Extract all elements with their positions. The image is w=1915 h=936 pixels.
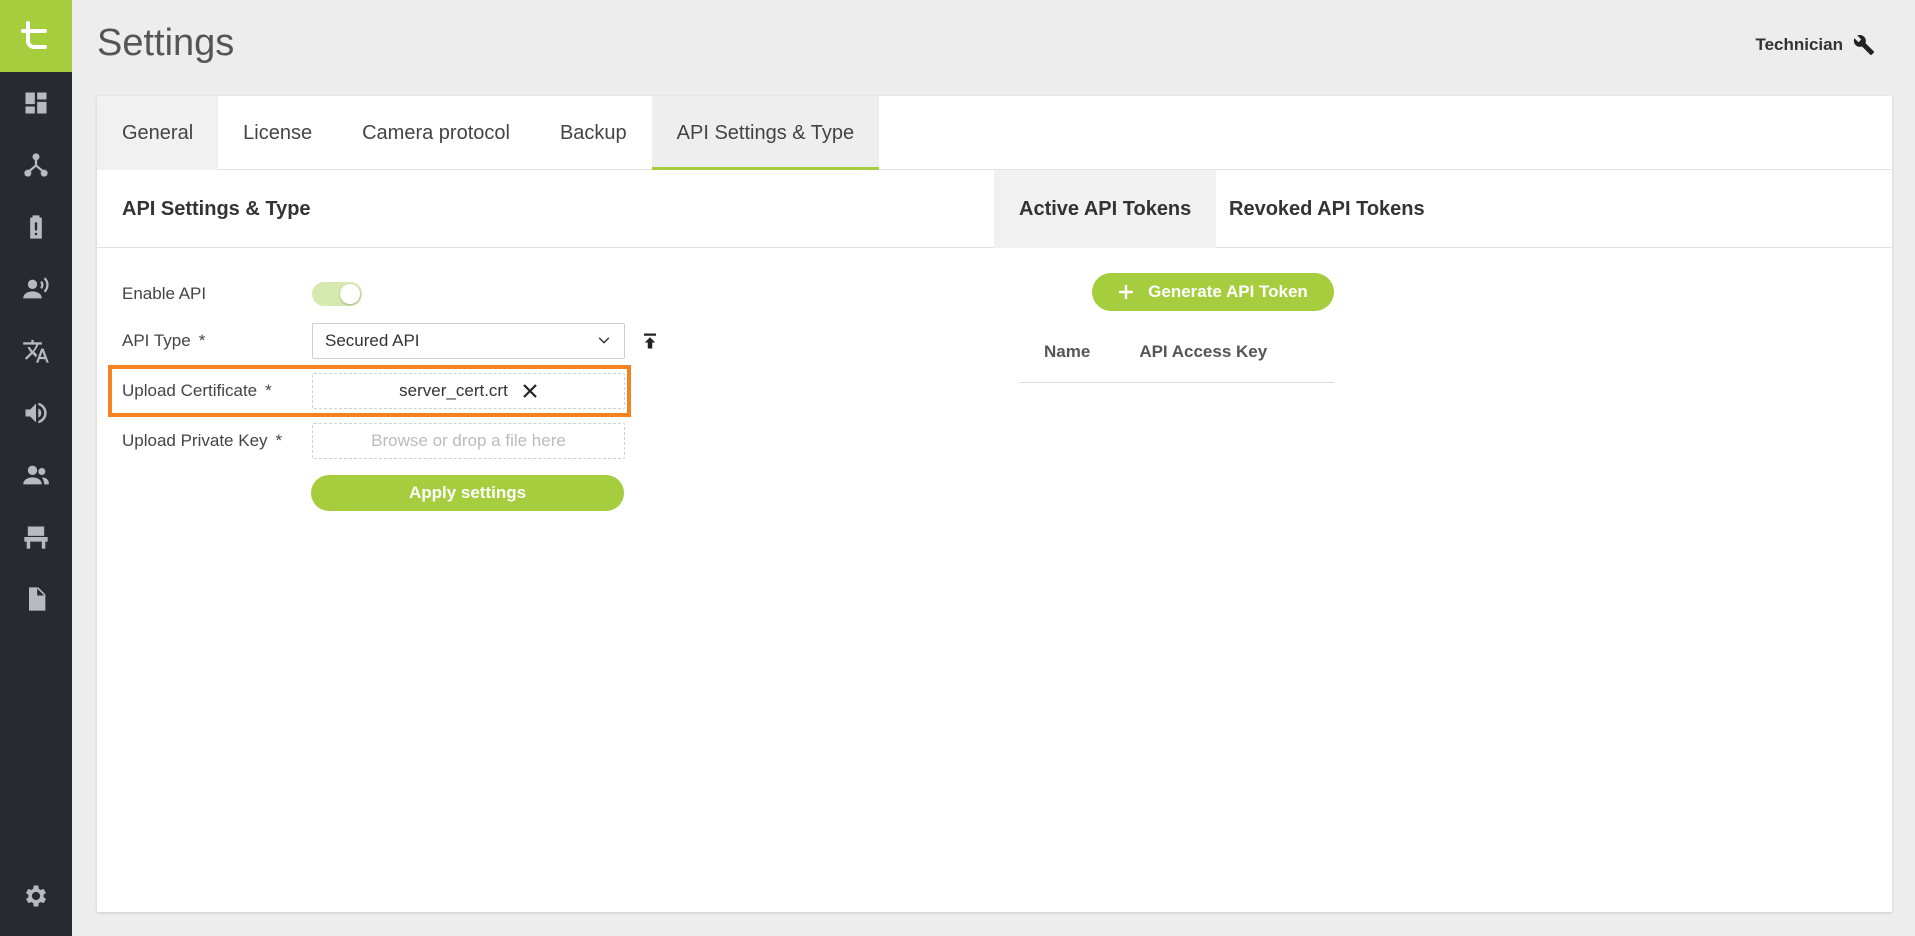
chevron-down-icon: [598, 337, 610, 344]
dashboard-icon[interactable]: [0, 72, 72, 134]
column-header-api-access-key[interactable]: API Access Key: [1115, 342, 1267, 362]
certificate-dropzone[interactable]: server_cert.crt: [312, 373, 625, 409]
certificate-file-name: server_cert.crt: [399, 381, 508, 400]
network-icon[interactable]: [0, 134, 72, 196]
settings-card: General License Camera protocol Backup A…: [97, 96, 1892, 912]
settings-tabs: General License Camera protocol Backup A…: [97, 96, 1892, 170]
enable-api-label: Enable API: [122, 284, 207, 303]
tab-api-settings[interactable]: API Settings & Type: [651, 96, 880, 170]
document-icon[interactable]: [0, 568, 72, 630]
private-key-dropzone[interactable]: Browse or drop a file here: [312, 423, 625, 459]
private-key-placeholder: Browse or drop a file here: [371, 431, 566, 450]
upload-icon[interactable]: [641, 332, 659, 350]
tokens-table-header: Name API Access Key: [1019, 321, 1334, 383]
api-type-value: Secured API: [325, 331, 420, 350]
tab-active-api-tokens[interactable]: Active API Tokens: [994, 170, 1217, 248]
plus-icon: [1119, 285, 1134, 299]
brand-logo-icon[interactable]: [0, 0, 72, 72]
speaker-person-icon[interactable]: [0, 258, 72, 320]
apply-settings-button[interactable]: Apply settings: [311, 475, 624, 511]
translate-icon[interactable]: [0, 320, 72, 382]
toggle-knob: [340, 284, 360, 304]
remove-file-icon[interactable]: [522, 383, 538, 399]
tab-backup[interactable]: Backup: [535, 96, 652, 170]
upload-private-key-label: Upload Private Key *: [122, 431, 283, 450]
tab-revoked-api-tokens[interactable]: Revoked API Tokens: [1204, 170, 1450, 248]
tab-license[interactable]: License: [218, 96, 337, 170]
enable-api-row: Enable API: [122, 282, 362, 306]
chair-icon[interactable]: [0, 506, 72, 568]
section-header: API Settings & Type Active API Tokens Re…: [97, 170, 1892, 248]
generate-api-token-label: Generate API Token: [1148, 282, 1308, 301]
upload-certificate-label: Upload Certificate *: [122, 381, 272, 400]
certificate-file-chip: server_cert.crt: [399, 381, 538, 401]
section-title: API Settings & Type: [122, 198, 311, 220]
upload-private-key-row: Upload Private Key * Browse or drop a fil…: [122, 423, 625, 459]
page-title: Settings: [97, 22, 235, 64]
user-menu[interactable]: Technician: [1755, 34, 1875, 56]
upload-certificate-row: Upload Certificate * server_cert.crt: [122, 373, 625, 409]
gear-icon[interactable]: [0, 864, 72, 928]
users-icon[interactable]: [0, 444, 72, 506]
enable-api-toggle[interactable]: [312, 282, 362, 306]
column-header-name[interactable]: Name: [1019, 342, 1115, 362]
api-type-label: API Type *: [122, 331, 206, 350]
generate-api-token-button[interactable]: Generate API Token: [1092, 273, 1334, 311]
user-label: Technician: [1755, 35, 1843, 54]
alert-battery-icon[interactable]: [0, 196, 72, 258]
tab-camera-protocol[interactable]: Camera protocol: [337, 96, 535, 170]
sidebar: [0, 0, 72, 936]
api-type-row: API Type * Secured API: [122, 323, 659, 359]
wrench-icon: [1853, 35, 1875, 56]
api-type-select[interactable]: Secured API: [312, 323, 625, 359]
tab-general[interactable]: General: [97, 96, 219, 170]
volume-icon[interactable]: [0, 382, 72, 444]
